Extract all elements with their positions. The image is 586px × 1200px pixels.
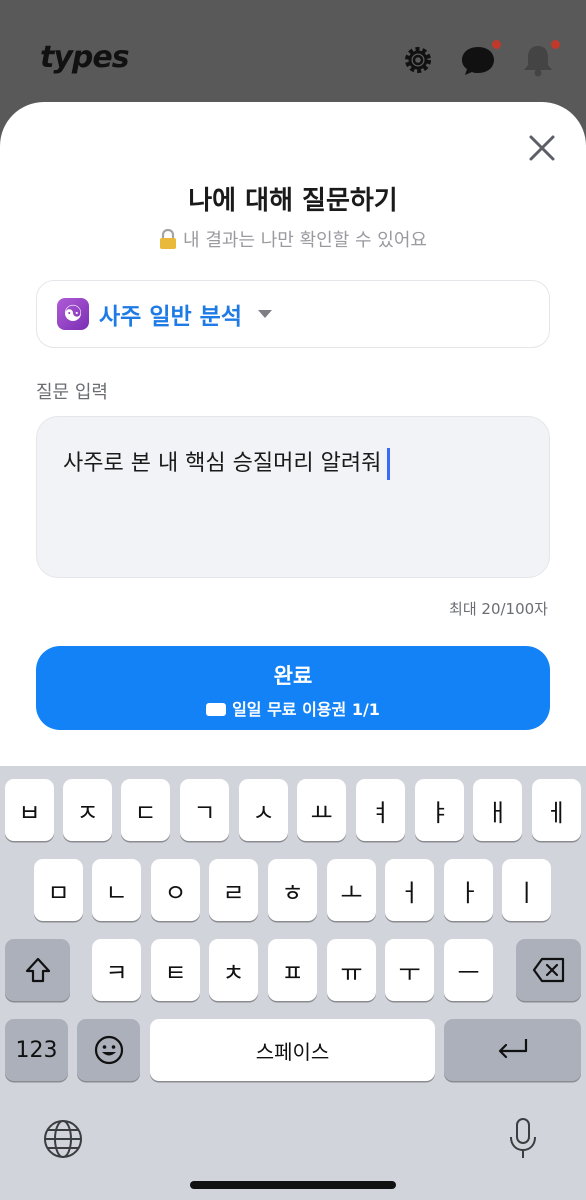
key-row2[interactable]: ㅇ <box>151 859 200 921</box>
return-icon <box>498 1039 527 1059</box>
key-row1[interactable]: ㅈ <box>63 779 112 841</box>
privacy-note: 내 결과는 나만 확인할 수 있어요 <box>0 226 586 252</box>
shift-icon <box>25 957 50 983</box>
key-row2[interactable]: ㅎ <box>268 859 317 921</box>
key-row1[interactable]: ㅔ <box>532 779 581 841</box>
question-sheet: 나에 대해 질문하기 내 결과는 나만 확인할 수 있어요 ☯ 사주 일반 분석… <box>0 102 586 782</box>
key-row2[interactable]: ㄴ <box>92 859 141 921</box>
key-row2[interactable]: ㅗ <box>327 859 376 921</box>
gear-icon[interactable] <box>398 40 438 80</box>
key-row2[interactable]: ㄹ <box>209 859 258 921</box>
key-row3[interactable]: ㅌ <box>151 939 200 1001</box>
shift-key[interactable] <box>5 939 70 1001</box>
key-row1[interactable]: ㅛ <box>297 779 346 841</box>
ticket-icon <box>206 703 227 716</box>
key-row3[interactable]: ㅍ <box>268 939 317 1001</box>
chevron-down-icon <box>257 310 272 318</box>
analysis-type-dropdown[interactable]: ☯ 사주 일반 분석 <box>36 280 550 348</box>
emoji-key[interactable] <box>77 1019 140 1081</box>
done-button-label: 완료 <box>273 664 313 688</box>
key-row2[interactable]: ㅏ <box>444 859 493 921</box>
question-input-label: 질문 입력 <box>36 382 108 403</box>
backspace-icon <box>532 957 564 983</box>
lock-icon <box>159 228 177 251</box>
microphone-icon[interactable] <box>506 1116 540 1166</box>
question-input-value: 사주로 본 내 핵심 승질머리 알려줘 <box>63 451 382 476</box>
chat-notification-dot <box>492 40 501 49</box>
numbers-key[interactable]: 123 <box>5 1019 68 1081</box>
key-row1[interactable]: ㅑ <box>415 779 464 841</box>
key-row2[interactable]: ㅣ <box>502 859 551 921</box>
done-button[interactable]: 완료 일일 무료 이용권 1/1 <box>36 646 550 730</box>
key-row3[interactable]: ㅊ <box>209 939 258 1001</box>
key-row3[interactable]: ㅡ <box>444 939 493 1001</box>
app-logo: types <box>40 40 130 75</box>
analysis-type-label: 사주 일반 분석 <box>99 304 242 330</box>
key-row3[interactable]: ㅜ <box>385 939 434 1001</box>
key-row2[interactable]: ㅓ <box>385 859 434 921</box>
key-row1[interactable]: ㄷ <box>121 779 170 841</box>
key-row2[interactable]: ㅁ <box>34 859 83 921</box>
key-row3[interactable]: ㅠ <box>327 939 376 1001</box>
text-cursor <box>387 448 391 480</box>
return-key[interactable] <box>444 1019 581 1081</box>
key-row3[interactable]: ㅋ <box>92 939 141 1001</box>
emoji-icon <box>94 1035 123 1065</box>
close-icon <box>529 135 555 161</box>
korean-keyboard: ㅂ ㅈ ㄷ ㄱ ㅅ ㅛ ㅕ ㅑ ㅐ ㅔ ㅁ ㄴ ㅇ ㄹ ㅎ ㅗ ㅓ ㅏ ㅣ ㅋ … <box>0 766 586 1200</box>
yin-yang-icon: ☯ <box>57 298 89 330</box>
close-button[interactable] <box>526 132 558 164</box>
free-ticket-info: 일일 무료 이용권 1/1 <box>36 696 550 720</box>
bell-notification-dot <box>551 40 560 49</box>
backspace-key[interactable] <box>516 939 581 1001</box>
key-row1[interactable]: ㅂ <box>5 779 54 841</box>
question-input[interactable]: 사주로 본 내 핵심 승질머리 알려줘 <box>36 416 550 578</box>
character-counter: 최대 20/100자 <box>449 600 548 618</box>
space-key[interactable]: 스페이스 <box>150 1019 435 1081</box>
sheet-title: 나에 대해 질문하기 <box>188 186 398 216</box>
privacy-note-text: 내 결과는 나만 확인할 수 있어요 <box>183 230 427 251</box>
key-row1[interactable]: ㅐ <box>473 779 522 841</box>
key-row1[interactable]: ㄱ <box>180 779 229 841</box>
home-indicator <box>190 1181 396 1189</box>
key-row1[interactable]: ㅅ <box>239 779 288 841</box>
globe-icon[interactable] <box>42 1118 84 1164</box>
free-ticket-text: 일일 무료 이용권 1/1 <box>232 700 380 719</box>
key-row1[interactable]: ㅕ <box>356 779 405 841</box>
